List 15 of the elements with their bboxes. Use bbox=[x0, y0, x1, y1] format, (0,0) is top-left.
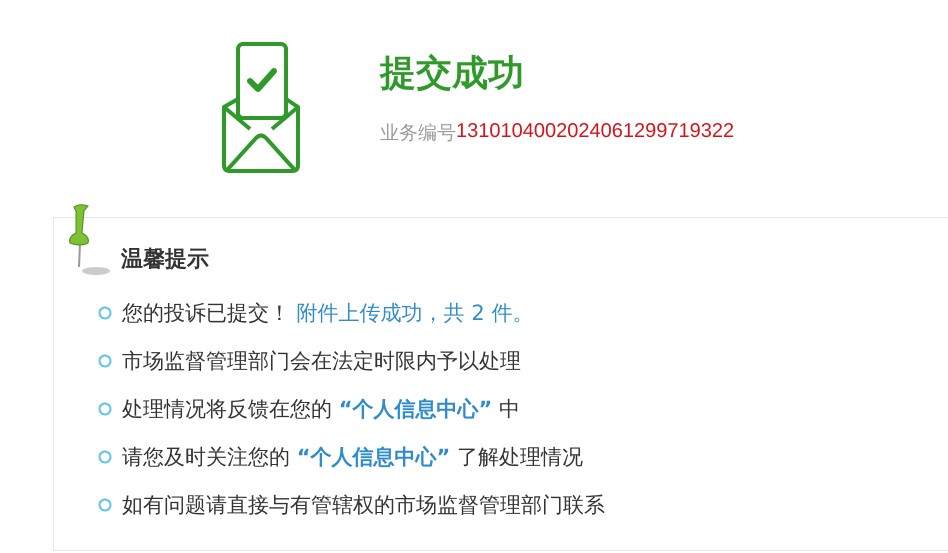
tip-text: 您的投诉已提交！ 附件上传成功，共 2 件。 bbox=[122, 300, 534, 327]
number-label: 业务编号 bbox=[380, 121, 456, 146]
circle-bullet-icon bbox=[98, 498, 112, 512]
circle-bullet-icon bbox=[98, 402, 112, 416]
tip-text: 如有问题请直接与有管辖权的市场监督管理部门联系 bbox=[122, 492, 605, 519]
tips-heading: 温馨提示 bbox=[121, 246, 209, 274]
envelope-check-icon bbox=[220, 40, 302, 172]
success-title: 提交成功 bbox=[380, 52, 525, 96]
tip-text: 市场监督管理部门会在法定时限内予以处理 bbox=[122, 348, 521, 375]
circle-bullet-icon bbox=[98, 450, 112, 464]
tip-text: 处理情况将反馈在您的 “个人信息中心” 中 bbox=[122, 396, 520, 423]
business-number: 1310104002024061299719322 bbox=[456, 120, 734, 144]
circle-bullet-icon bbox=[98, 354, 112, 368]
tip-text: 请您及时关注您的 “个人信息中心” 了解处理情况 bbox=[122, 444, 583, 471]
circle-bullet-icon bbox=[98, 306, 112, 320]
